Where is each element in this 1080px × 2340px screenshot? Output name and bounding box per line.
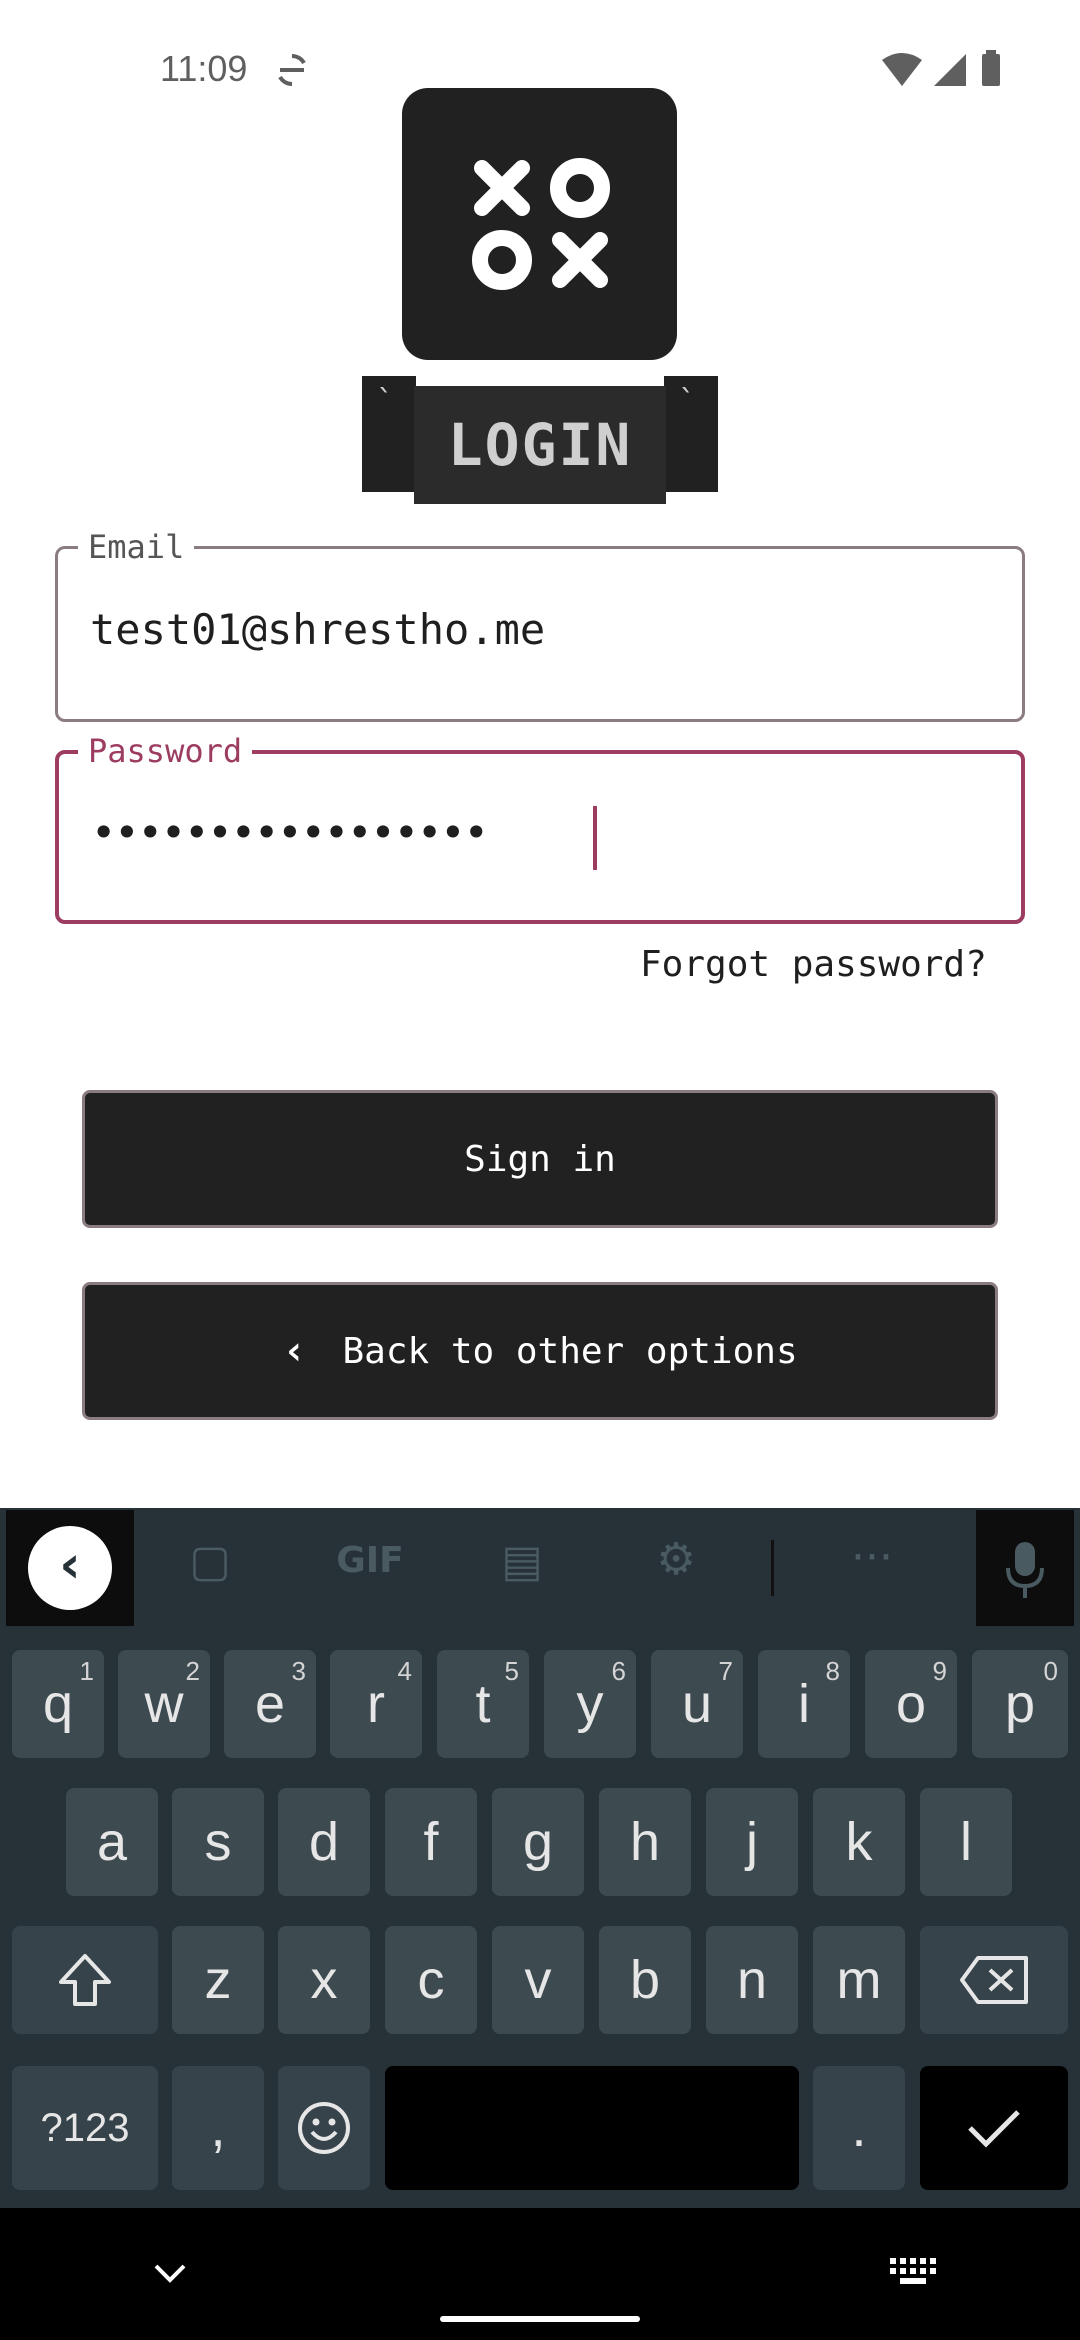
key-u[interactable]: u7 xyxy=(651,1650,743,1758)
status-icons xyxy=(882,50,1000,86)
keyboard-switch-icon[interactable] xyxy=(888,2254,938,2290)
login-banner-title: LOGIN xyxy=(447,411,633,479)
banner-right-flap: ` xyxy=(664,376,718,492)
key-h[interactable]: h xyxy=(599,1788,691,1896)
emoji-icon xyxy=(298,2102,350,2154)
home-handle[interactable] xyxy=(440,2316,640,2322)
emoji-key[interactable] xyxy=(278,2066,370,2190)
key-n[interactable]: n xyxy=(706,1926,798,2034)
status-time: 11:09 xyxy=(160,48,248,89)
xo-logo-icon xyxy=(472,158,610,290)
chevron-left-icon: ‹ xyxy=(59,1535,81,1595)
key-a[interactable]: a xyxy=(66,1788,158,1896)
key-r[interactable]: r4 xyxy=(330,1650,422,1758)
email-value: test01@shrestho.me xyxy=(90,605,546,654)
symbols-key[interactable]: ?123 xyxy=(12,2066,158,2190)
key-g[interactable]: g xyxy=(492,1788,584,1896)
key-j[interactable]: j xyxy=(706,1788,798,1896)
key-z[interactable]: z xyxy=(172,1926,264,2034)
key-t[interactable]: t5 xyxy=(437,1650,529,1758)
app-logo xyxy=(402,88,677,360)
shift-icon xyxy=(59,1954,111,2006)
sync-icon xyxy=(278,54,306,86)
battery-icon xyxy=(982,54,1000,86)
gear-icon[interactable]: ⚙ xyxy=(646,1534,706,1585)
email-field[interactable]: test01@shrestho.me xyxy=(55,546,1025,722)
space-key[interactable] xyxy=(385,2066,799,2190)
more-icon[interactable]: ··· xyxy=(842,1532,902,1583)
key-w[interactable]: w2 xyxy=(118,1650,210,1758)
backspace-icon xyxy=(960,1956,1028,2004)
back-label: Back to other options xyxy=(342,1330,798,1372)
key-e[interactable]: e3 xyxy=(224,1650,316,1758)
period-key[interactable]: . xyxy=(813,2066,905,2190)
banner-left-flap: ` xyxy=(362,376,416,492)
key-x[interactable]: x xyxy=(278,1926,370,2034)
hide-keyboard-icon[interactable] xyxy=(150,2258,190,2288)
key-p[interactable]: p0 xyxy=(972,1650,1068,1758)
key-c[interactable]: c xyxy=(385,1926,477,2034)
key-l[interactable]: l xyxy=(920,1788,1012,1896)
comma-key[interactable]: , xyxy=(172,2066,264,2190)
toolbar-divider xyxy=(771,1540,774,1596)
key-s[interactable]: s xyxy=(172,1788,264,1896)
forgot-password-link[interactable]: Forgot password? xyxy=(640,944,987,985)
email-label: Email xyxy=(78,528,195,566)
shift-key[interactable] xyxy=(12,1926,158,2034)
key-o[interactable]: o9 xyxy=(865,1650,957,1758)
wifi-icon xyxy=(882,53,922,86)
password-value: ••••••••••••••••• xyxy=(91,808,489,857)
key-k[interactable]: k xyxy=(813,1788,905,1896)
key-i[interactable]: i8 xyxy=(758,1650,850,1758)
gif-button[interactable]: GIF xyxy=(330,1540,410,1581)
collapse-toolbar-button[interactable]: ‹ xyxy=(28,1526,112,1610)
clipboard-icon[interactable]: ▤ xyxy=(492,1536,552,1587)
done-key[interactable] xyxy=(920,2066,1068,2190)
key-v[interactable]: v xyxy=(492,1926,584,2034)
signal-icon xyxy=(934,54,966,86)
sign-in-label: Sign in xyxy=(464,1138,616,1180)
back-to-options-button[interactable]: ‹ Back to other options xyxy=(82,1282,998,1420)
mic-icon[interactable] xyxy=(1000,1540,1050,1600)
backspace-key[interactable] xyxy=(920,1926,1068,2034)
text-cursor xyxy=(593,806,597,870)
key-m[interactable]: m xyxy=(813,1926,905,2034)
password-label: Password xyxy=(78,732,253,770)
password-field[interactable]: ••••••••••••••••• xyxy=(55,750,1025,924)
sign-in-button[interactable]: Sign in xyxy=(82,1090,998,1228)
key-y[interactable]: y6 xyxy=(544,1650,636,1758)
chevron-left-icon: ‹ xyxy=(282,1328,307,1374)
key-b[interactable]: b xyxy=(599,1926,691,2034)
checkmark-icon xyxy=(968,2110,1020,2148)
key-q[interactable]: q1 xyxy=(12,1650,104,1758)
sticker-icon[interactable]: ▢ xyxy=(180,1536,240,1596)
key-f[interactable]: f xyxy=(385,1788,477,1896)
key-d[interactable]: d xyxy=(278,1788,370,1896)
